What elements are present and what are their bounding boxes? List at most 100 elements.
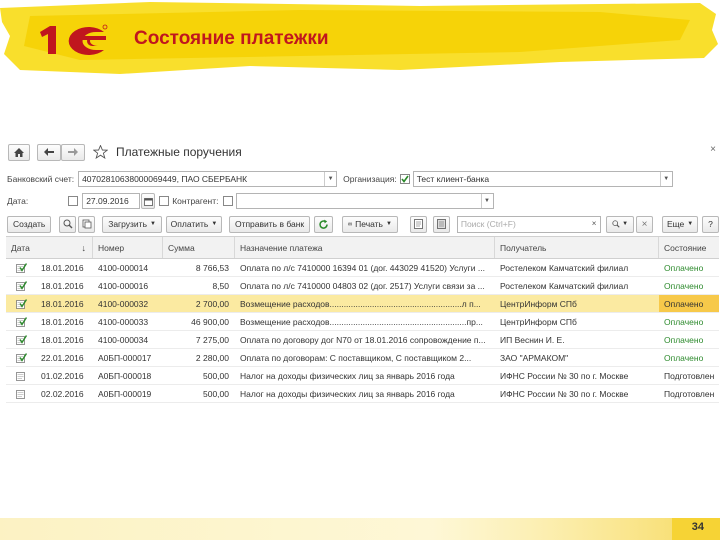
clear-filter-button[interactable]: × [636, 215, 654, 233]
cell-amount: 8 766,53 [195, 262, 229, 273]
list-settings-button[interactable] [432, 215, 450, 233]
cell-amount: 2 700,00 [195, 298, 229, 309]
report-button[interactable] [409, 215, 427, 233]
back-button[interactable] [37, 143, 61, 161]
sort-down-icon: ↓ [81, 242, 87, 253]
counterparty-filter-checkbox[interactable] [222, 196, 233, 206]
organization-label: Организация: [343, 174, 397, 184]
cell-status: Оплачено [664, 262, 704, 273]
copy-icon [82, 219, 92, 229]
date-field[interactable]: 27.09.2016 [82, 193, 141, 209]
more-button[interactable]: Еще ▼ [662, 215, 699, 233]
slide-title: Состояние платежки [134, 28, 329, 49]
search-input[interactable]: Поиск (Ctrl+F) × [456, 215, 602, 233]
col-amount-header[interactable]: Сумма [163, 237, 235, 258]
help-button[interactable]: ? [702, 215, 719, 233]
cell-number: А0БП-000019 [98, 388, 152, 399]
list-icon [436, 219, 446, 229]
cell-status: Оплачено [664, 334, 704, 345]
table-row[interactable]: 01.02.2016 А0БП-000018 500,00 Налог на дохо… [6, 367, 719, 385]
chevron-down-icon[interactable]: ▼ [324, 172, 336, 186]
cell-amount: 7 275,00 [195, 334, 229, 345]
calendar-icon [143, 197, 153, 206]
pay-button[interactable]: Оплатить ▼ [165, 215, 222, 233]
document-status-icon [6, 385, 36, 402]
table-row[interactable]: 02.02.2016 А0БП-000019 500,00 Налог на дохо… [6, 385, 719, 403]
payment-orders-table: Дата ↓ Номер Сумма Назначение платежа По… [6, 236, 719, 403]
cell-number: А0БП-000018 [98, 370, 152, 381]
chevron-down-icon: ▼ [211, 221, 218, 227]
search-button[interactable]: ▼ [606, 215, 635, 233]
table-header: Дата ↓ Номер Сумма Назначение платежа По… [6, 237, 719, 259]
form-title: Платежные поручения [116, 145, 242, 159]
counterparty-label: Контрагент: [172, 196, 219, 206]
send-to-bank-button[interactable]: Отправить в банк [228, 215, 311, 233]
chevron-down-icon: ▼ [687, 221, 694, 227]
header-banner [0, 2, 718, 74]
cell-date: 18.01.2016 [41, 280, 84, 291]
col-purpose-header[interactable]: Назначение платежа [235, 237, 495, 258]
col-payee-header[interactable]: Получатель [495, 237, 659, 258]
table-row[interactable]: 18.01.2016 4100-000032 2 700,00 Возмещение … [6, 295, 719, 313]
pay-label: Оплатить [170, 219, 209, 229]
col-number-header[interactable]: Номер [93, 237, 163, 258]
arrow-left-icon [44, 148, 54, 156]
organization-checkbox[interactable] [399, 174, 410, 184]
clear-search-icon[interactable]: × [588, 217, 600, 231]
cell-payee: Ростелеком Камчатский филиал [500, 262, 629, 273]
counterparty-checkbox[interactable] [159, 196, 170, 206]
col-status-header[interactable]: Состояние [659, 237, 719, 258]
document-status-icon [6, 277, 36, 294]
copy-button[interactable] [78, 215, 96, 233]
cell-payee: ИФНС России № 30 по г. Москве [500, 370, 629, 381]
cell-purpose: Оплата по л/с 7410000 04803 02 (дог. 251… [240, 280, 485, 291]
organization-field[interactable]: Тест клиент-банка ▼ [412, 171, 673, 187]
cell-amount: 500,00 [203, 370, 229, 381]
bank-account-field[interactable]: 40702810638000069449, ПАО СБЕРБАНК ▼ [78, 171, 338, 187]
table-row[interactable]: 18.01.2016 4100-000034 7 275,00 Оплата по д… [6, 331, 719, 349]
load-button[interactable]: Загрузить ▼ [102, 215, 162, 233]
organization-value: Тест клиент-банка [416, 174, 490, 184]
chevron-down-icon: ▼ [622, 221, 629, 227]
cell-purpose: Оплата по л/с 7410000 16394 01 (дог. 443… [240, 262, 485, 273]
create-button[interactable]: Создать [7, 215, 52, 233]
home-button[interactable] [8, 143, 30, 161]
close-icon[interactable]: × [710, 144, 716, 155]
chevron-down-icon: ▼ [150, 221, 156, 227]
refresh-button[interactable] [314, 215, 333, 233]
cell-status: Оплачено [664, 352, 704, 363]
search-document-icon [63, 219, 73, 229]
table-row[interactable]: 18.01.2016 4100-000016 8,50 Оплата по л/с 7… [6, 277, 719, 295]
counterparty-field[interactable]: ▼ [235, 193, 494, 209]
1c-logo [40, 24, 108, 55]
refresh-icon [319, 219, 328, 229]
page-number: 34 [691, 521, 704, 533]
print-button[interactable]: Печать ▼ [341, 215, 398, 233]
printer-icon [348, 222, 353, 226]
chevron-down-icon[interactable]: ▼ [480, 194, 493, 208]
document-status-icon [6, 349, 36, 366]
date-checkbox[interactable] [68, 196, 79, 206]
table-row[interactable]: 18.01.2016 4100-000014 8 766,53 Оплата по л… [6, 259, 719, 277]
cell-purpose: Налог на доходы физических лиц за январь… [240, 370, 455, 381]
cell-date: 01.02.2016 [41, 370, 84, 381]
print-label: Печать [355, 219, 383, 229]
col-date-header[interactable]: Дата ↓ [6, 237, 93, 258]
cell-status: Подготовлен [664, 388, 715, 399]
cell-purpose: Оплата по договорам: С поставщиком, С по… [240, 352, 472, 363]
document-status-icon [6, 295, 36, 312]
cell-purpose: Возмещение расходов.....................… [240, 298, 481, 309]
document-status-icon [6, 259, 36, 276]
forward-button[interactable] [61, 143, 85, 161]
table-row[interactable]: 18.01.2016 4100-000033 46 900,00 Возмещение… [6, 313, 719, 331]
cell-status: Оплачено [664, 280, 704, 291]
table-row[interactable]: 22.01.2016 А0БП-000017 2 280,00 Оплата по д… [6, 349, 719, 367]
search-doc-button[interactable] [59, 215, 77, 233]
cell-number: 4100-000034 [98, 334, 149, 345]
cell-amount: 500,00 [203, 388, 229, 399]
calendar-button[interactable] [141, 193, 156, 209]
chevron-down-icon[interactable]: ▼ [659, 172, 672, 186]
favorite-star-icon[interactable] [93, 145, 108, 159]
bank-account-value: 40702810638000069449, ПАО СБЕРБАНК [82, 174, 248, 184]
cell-number: 4100-000032 [98, 298, 149, 309]
